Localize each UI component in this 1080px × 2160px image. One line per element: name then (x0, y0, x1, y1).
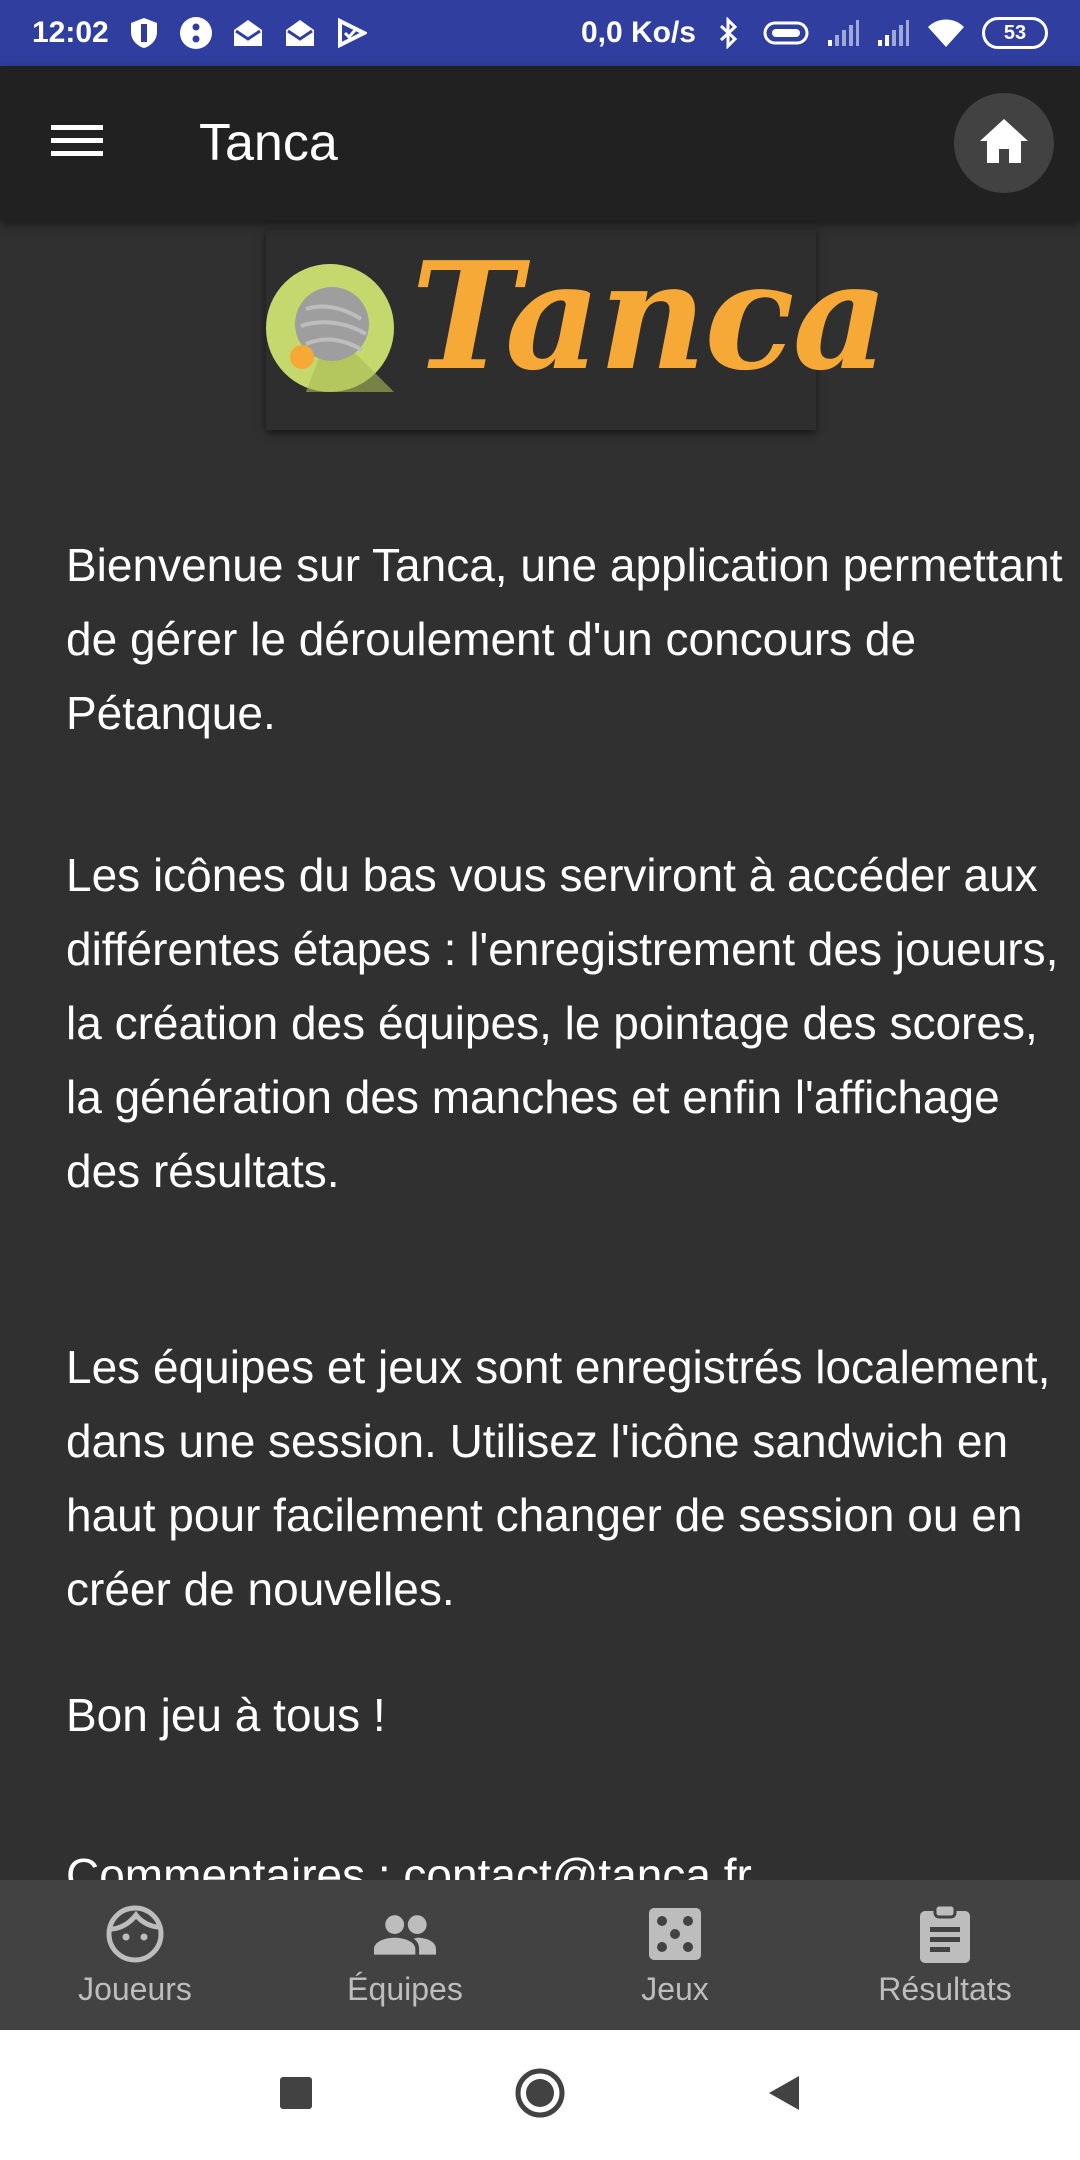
bluetooth-icon (712, 16, 746, 50)
main-content: Tanca Bienvenue sur Tanca, une applicati… (0, 220, 1080, 1880)
signal-icon (826, 16, 860, 50)
bottom-navigation: Joueurs Équipes Jeux Résultats (0, 1880, 1080, 2030)
system-navigation-bar (0, 2030, 1080, 2160)
home-system-button[interactable] (508, 2063, 572, 2127)
petanque-ball-icon (266, 264, 396, 399)
status-bar: 12:02 0,0 Ko/s 53 (0, 0, 1080, 66)
battery-level: 53 (1003, 21, 1027, 44)
welcome-paragraph: Bienvenue sur Tanca, une application per… (66, 539, 1063, 739)
status-right: 0,0 Ko/s 53 (581, 16, 1048, 50)
greeting-paragraph: Bon jeu à tous ! (66, 1689, 386, 1741)
shield-icon (127, 16, 161, 50)
mail-open-icon (231, 16, 265, 50)
back-button[interactable] (752, 2063, 816, 2127)
nav-label-resultats: Résultats (878, 1970, 1012, 2007)
back-triangle-icon (767, 2074, 801, 2117)
nav-item-jeux[interactable]: Jeux (540, 1880, 810, 2030)
face-icon (104, 1903, 166, 1965)
square-icon (279, 2076, 313, 2115)
record-icon (179, 16, 213, 50)
home-icon (978, 117, 1030, 170)
contact-paragraph: Commentaires : contact@tanca.fr (66, 1849, 752, 1880)
dice-icon (644, 1903, 706, 1965)
recents-button[interactable] (264, 2063, 328, 2127)
app-bar: Tanca (0, 66, 1080, 220)
logo-text: Tanca (411, 229, 888, 403)
circle-icon (514, 2067, 566, 2124)
nav-label-jeux: Jeux (641, 1970, 709, 2007)
status-time: 12:02 (32, 16, 109, 49)
nav-item-joueurs[interactable]: Joueurs (0, 1880, 270, 2030)
clipboard-icon (914, 1903, 976, 1965)
vibrate-icon (762, 16, 810, 50)
menu-icon (51, 123, 103, 164)
nav-item-equipes[interactable]: Équipes (270, 1880, 540, 2030)
tanca-logo: Tanca (266, 230, 888, 430)
nav-label-equipes: Équipes (347, 1970, 463, 2007)
nav-label-joueurs: Joueurs (78, 1970, 192, 2007)
wifi-icon (926, 16, 966, 50)
play-check-icon (335, 16, 369, 50)
people-icon (374, 1903, 436, 1965)
app-title: Tanca (199, 114, 338, 172)
signal-icon (876, 16, 910, 50)
nav-item-resultats[interactable]: Résultats (810, 1880, 1080, 2030)
status-left: 12:02 (32, 16, 369, 50)
mail-open-icon (283, 16, 317, 50)
network-speed: 0,0 Ko/s (580, 16, 696, 49)
home-button[interactable] (954, 93, 1054, 193)
icons-paragraph: Les icônes du bas vous serviront à accéd… (66, 849, 1059, 1197)
menu-button[interactable] (27, 93, 127, 193)
battery-icon: 53 (982, 17, 1048, 49)
session-paragraph: Les équipes et jeux sont enregistrés loc… (66, 1341, 1051, 1615)
